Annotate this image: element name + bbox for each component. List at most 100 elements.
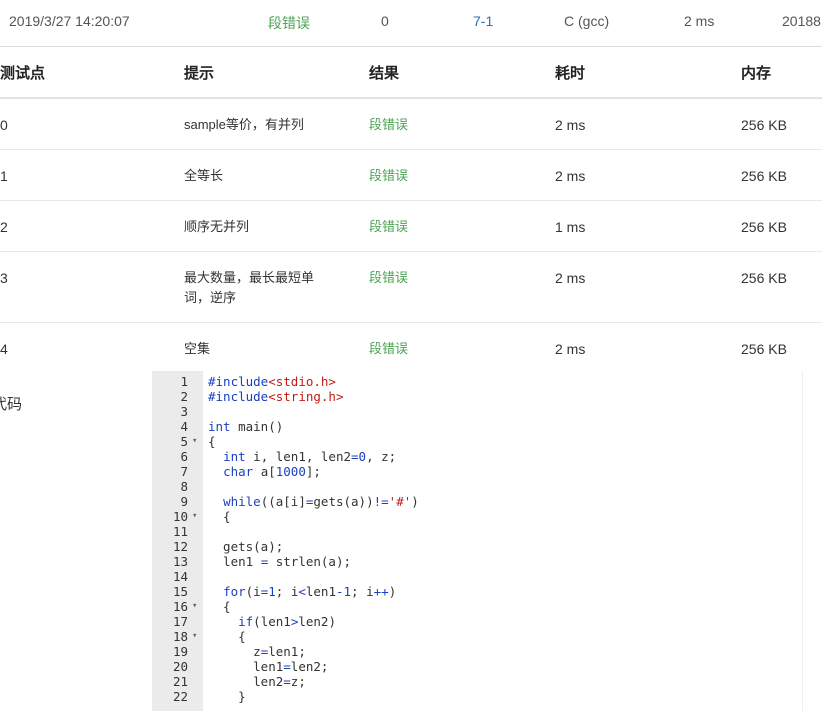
code-text: len1 = strlen(a); — [208, 554, 352, 569]
submission-time: 2019/3/27 14:20:07 — [9, 13, 130, 29]
run-duration: 2 ms — [684, 13, 715, 29]
code-line: 19 z=len1; — [152, 644, 802, 659]
code-line: 7 char a[1000]; — [152, 464, 802, 479]
code-text: len2=z; — [208, 674, 306, 689]
code-text: if(len1>len2) — [238, 614, 336, 629]
line-number: 17 — [172, 614, 188, 629]
case-memory: 256 KB — [741, 117, 787, 133]
code-section-label: 代码 — [0, 396, 23, 413]
code-text: char a[1000]; — [223, 464, 321, 479]
case-id: 1 — [0, 168, 8, 184]
submission-status[interactable]: 段错误 — [268, 13, 310, 33]
case-hint: 空集 — [184, 341, 211, 356]
code-line: 12 gets(a); — [152, 539, 802, 554]
code-text: gets(a); — [208, 539, 284, 554]
table-row: 4 空集 段错误 2 ms 256 KB — [0, 323, 822, 374]
submission-summary-row: 2019/3/27 14:20:07 段错误 0 7-1 C (gcc) 2 m… — [0, 0, 822, 47]
code-line: 2 #include<string.h> — [152, 389, 802, 404]
problem-link[interactable]: 7-1 — [473, 13, 493, 29]
code-line: 15 for(i=1; i<len1-1; i++) — [152, 584, 802, 599]
case-hint: 最大数量，最长最短单词，逆序 — [184, 270, 315, 305]
line-number: 22 — [172, 689, 188, 704]
line-number: 10 — [172, 509, 188, 524]
case-time: 2 ms — [555, 117, 586, 133]
header-result: 结果 — [369, 47, 555, 99]
case-hint: sample等价，有并列 — [184, 117, 304, 132]
code-line: 5 ▾ { — [152, 434, 802, 449]
table-row: 2 顺序无并列 段错误 1 ms 256 KB — [0, 200, 822, 252]
case-hint: 全等长 — [184, 168, 224, 183]
code-line: 18 ▾ { — [152, 629, 802, 644]
compiler-name: C (gcc) — [564, 13, 610, 29]
line-number: 4 — [180, 419, 188, 434]
case-id: 0 — [0, 117, 8, 133]
code-text: #include<string.h> — [208, 389, 344, 404]
code-line: 17 if(len1>len2) — [152, 614, 802, 629]
code-line: 6 int i, len1, len2=0, z; — [152, 449, 802, 464]
line-number: 5 — [180, 434, 188, 449]
code-line: 1 #include<stdio.h> — [152, 374, 802, 389]
table-row: 1 全等长 段错误 2 ms 256 KB — [0, 149, 822, 201]
code-line: 22 } — [152, 689, 802, 704]
code-line: 14 — [152, 569, 802, 584]
case-result: 段错误 — [369, 117, 409, 132]
fold-toggle-icon[interactable]: ▾ — [192, 509, 197, 524]
fold-toggle-icon[interactable]: ▾ — [192, 599, 197, 614]
line-number: 9 — [180, 494, 188, 509]
case-result: 段错误 — [369, 270, 409, 285]
header-memory: 内存 — [741, 47, 822, 99]
case-time: 1 ms — [555, 219, 586, 235]
line-number: 11 — [172, 524, 188, 539]
user-id[interactable]: 20188 — [782, 13, 821, 29]
code-text: while((a[i]=gets(a))!='#') — [223, 494, 419, 509]
fold-toggle-icon[interactable]: ▾ — [192, 629, 197, 644]
code-text: { — [208, 629, 246, 644]
case-id: 2 — [0, 219, 8, 235]
line-number: 2 — [180, 389, 188, 404]
case-id: 4 — [0, 341, 8, 357]
line-number: 13 — [172, 554, 188, 569]
line-number: 16 — [172, 599, 188, 614]
test-case-table: 测试点 提示 结果 耗时 内存 0 sample等价，有并列 段错误 2 ms … — [0, 47, 822, 373]
code-line: 16 ▾ { — [152, 599, 802, 614]
line-number: 3 — [180, 404, 188, 419]
case-result: 段错误 — [369, 219, 409, 234]
case-result: 段错误 — [369, 168, 409, 183]
code-text: { — [208, 434, 216, 449]
header-hint: 提示 — [184, 47, 369, 99]
code-text: int main() — [208, 419, 284, 434]
line-number: 6 — [180, 449, 188, 464]
code-line: 9 while((a[i]=gets(a))!='#') — [152, 494, 802, 509]
code-line: 4 int main() — [152, 419, 802, 434]
line-number: 15 — [172, 584, 188, 599]
code-line: 3 — [152, 404, 802, 419]
line-number: 12 — [172, 539, 188, 554]
case-time: 2 ms — [555, 270, 586, 286]
code-line: 21 len2=z; — [152, 674, 802, 689]
line-number: 1 — [180, 374, 188, 389]
code-text: for(i=1; i<len1-1; i++) — [223, 584, 397, 599]
case-memory: 256 KB — [741, 219, 787, 235]
table-row: 3 最大数量，最长最短单词，逆序 段错误 2 ms 256 KB — [0, 251, 822, 323]
code-line: 11 — [152, 524, 802, 539]
line-number: 14 — [172, 569, 188, 584]
case-hint: 顺序无并列 — [184, 219, 250, 234]
line-number: 19 — [172, 644, 188, 659]
code-text: } — [208, 689, 246, 704]
line-number: 18 — [172, 629, 188, 644]
code-line: 13 len1 = strlen(a); — [152, 554, 802, 569]
code-editor[interactable]: 1 #include<stdio.h> 2 #include<string.h> 3 4 i… — [152, 371, 803, 711]
submission-score: 0 — [381, 13, 389, 29]
code-line: 20 len1=len2; — [152, 659, 802, 674]
code-text: len1=len2; — [208, 659, 329, 674]
code-text: z=len1; — [208, 644, 306, 659]
header-case: 测试点 — [0, 47, 184, 99]
case-memory: 256 KB — [741, 341, 787, 357]
code-text: { — [208, 509, 231, 524]
code-line: 10 ▾ { — [152, 509, 802, 524]
case-memory: 256 KB — [741, 270, 787, 286]
line-number: 20 — [172, 659, 188, 674]
fold-toggle-icon[interactable]: ▾ — [192, 434, 197, 449]
case-memory: 256 KB — [741, 168, 787, 184]
header-time: 耗时 — [555, 47, 741, 99]
